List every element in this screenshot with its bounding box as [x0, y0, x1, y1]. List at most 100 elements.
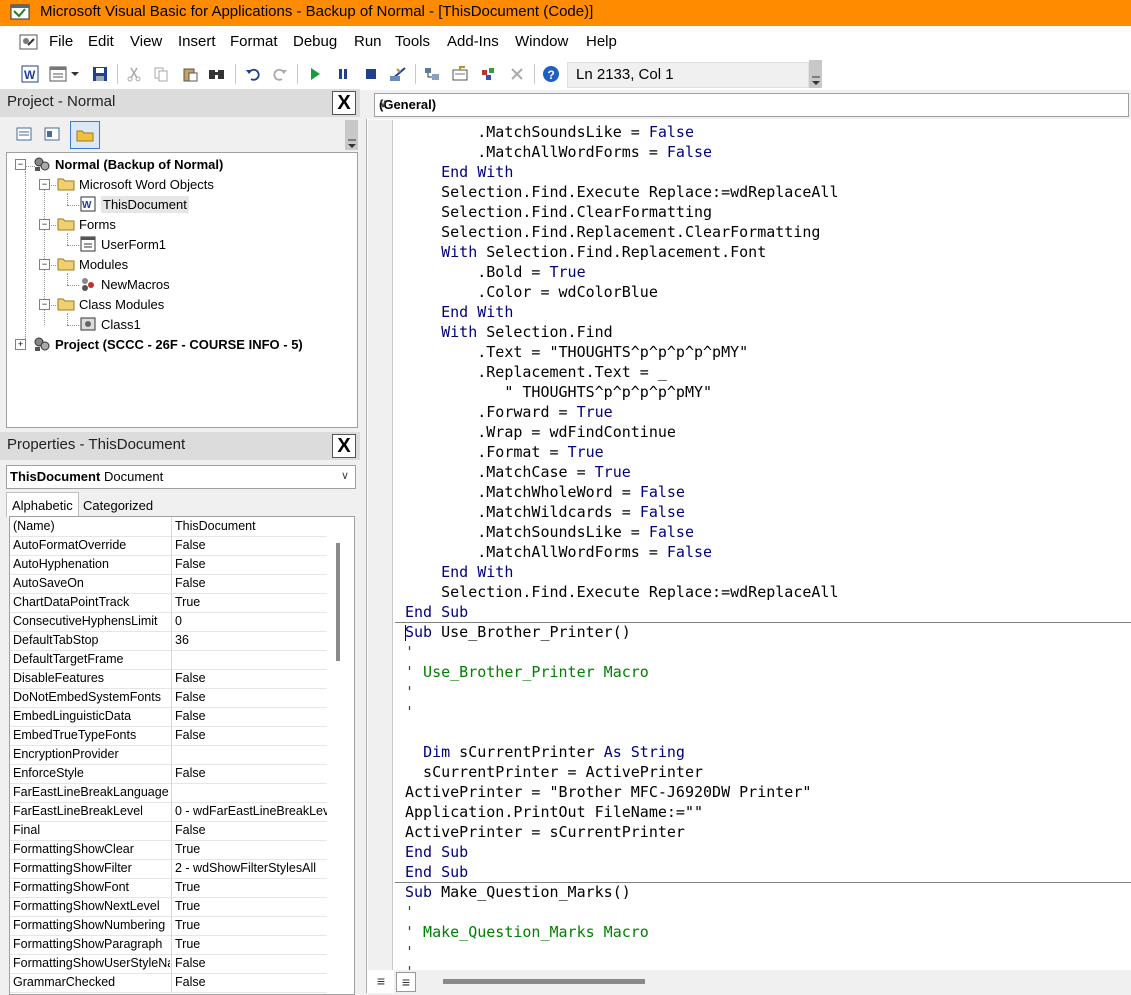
- property-value[interactable]: False: [175, 557, 327, 571]
- word-icon[interactable]: W: [20, 64, 40, 84]
- code-line[interactable]: .MatchWholeWord = False: [405, 483, 685, 503]
- property-scroll-thumb[interactable]: [336, 543, 340, 661]
- code-margin-indicator-bar[interactable]: [368, 120, 393, 970]
- code-line[interactable]: .Wrap = wdFindContinue: [405, 423, 676, 443]
- code-comment-line[interactable]: ': [405, 703, 414, 723]
- insert-dropdown-icon[interactable]: [68, 64, 82, 84]
- horizontal-scroll-thumb[interactable]: [443, 979, 645, 984]
- menu-insert[interactable]: Insert: [178, 33, 216, 50]
- code-line[interactable]: End With: [405, 163, 513, 183]
- property-value[interactable]: True: [175, 842, 327, 856]
- menu-debug[interactable]: Debug: [293, 33, 337, 50]
- code-line[interactable]: Dim sCurrentPrinter As String: [405, 743, 685, 763]
- insert-userform-icon[interactable]: [48, 64, 68, 84]
- break-icon[interactable]: [333, 64, 353, 84]
- property-scrollbar[interactable]: [327, 517, 343, 993]
- property-row[interactable]: AutoFormatOverride False: [10, 536, 328, 556]
- code-line[interactable]: Sub Make_Question_Marks(): [405, 883, 631, 903]
- collapse-class-modules-icon[interactable]: −: [39, 299, 50, 310]
- menu-add-ins[interactable]: Add-Ins: [447, 33, 499, 50]
- property-value[interactable]: 36: [175, 633, 327, 647]
- property-value[interactable]: False: [175, 709, 327, 723]
- undo-icon[interactable]: [243, 64, 263, 84]
- menu-file[interactable]: File: [49, 33, 73, 50]
- code-line[interactable]: .Forward = True: [405, 403, 612, 423]
- code-comment-line[interactable]: ' Make_Question_Marks Macro: [405, 923, 649, 943]
- system-menu-icon[interactable]: [18, 32, 40, 52]
- tree-item-modules[interactable]: Modules: [57, 254, 128, 274]
- code-line[interactable]: End With: [405, 303, 513, 323]
- property-row[interactable]: FormattingShowUserStyleName False: [10, 954, 328, 974]
- code-line[interactable]: .MatchWildcards = False: [405, 503, 685, 523]
- cut-icon[interactable]: [124, 64, 144, 84]
- project-explorer-icon[interactable]: [423, 64, 443, 84]
- property-row[interactable]: FormattingShowNumbering True: [10, 916, 328, 936]
- tab-categorized[interactable]: Categorized: [78, 494, 158, 516]
- menu-tools[interactable]: Tools: [395, 33, 430, 50]
- code-line[interactable]: End Sub: [405, 843, 468, 863]
- property-row[interactable]: EmbedTrueTypeFonts False: [10, 726, 328, 746]
- tree-item-class-modules[interactable]: Class Modules: [57, 294, 164, 314]
- code-line[interactable]: .MatchSoundsLike = False: [405, 123, 694, 143]
- object-selector[interactable]: ThisDocument Document ∨: [6, 465, 356, 489]
- property-row[interactable]: DefaultTargetFrame: [10, 650, 328, 670]
- object-browser-icon[interactable]: [479, 64, 499, 84]
- code-line[interactable]: ActivePrinter = sCurrentPrinter: [405, 823, 685, 843]
- property-value[interactable]: False: [175, 975, 327, 989]
- collapse-normal-icon[interactable]: −: [15, 159, 26, 170]
- code-line[interactable]: End Sub: [405, 603, 468, 623]
- property-value[interactable]: ThisDocument: [175, 519, 327, 533]
- menu-window[interactable]: Window: [515, 33, 568, 50]
- property-value[interactable]: True: [175, 595, 327, 609]
- reset-icon[interactable]: [361, 64, 381, 84]
- code-line[interactable]: End Sub: [405, 863, 468, 883]
- toggle-folders-icon[interactable]: [70, 121, 100, 149]
- property-row[interactable]: FarEastLineBreakLevel 0 - wdFarEastLineBr…: [10, 802, 328, 822]
- copy-icon[interactable]: [151, 64, 171, 84]
- toolbox-icon[interactable]: [507, 64, 527, 84]
- property-row[interactable]: AutoHyphenation False: [10, 555, 328, 575]
- procedure-view-icon[interactable]: ≡: [372, 972, 390, 990]
- toolbar-overflow-grip[interactable]: [809, 60, 822, 88]
- tree-item-thisdocument[interactable]: W ThisDocument: [79, 194, 189, 214]
- tree-item-userform1[interactable]: UserForm1: [79, 234, 166, 254]
- property-row[interactable]: GrammarChecked False: [10, 973, 328, 993]
- property-value[interactable]: True: [175, 899, 327, 913]
- code-line[interactable]: With Selection.Find: [405, 323, 613, 343]
- property-row[interactable]: EncryptionProvider: [10, 745, 328, 765]
- collapse-word-objects-icon[interactable]: −: [39, 179, 50, 190]
- code-comment-line[interactable]: ': [405, 643, 414, 663]
- collapse-forms-icon[interactable]: −: [39, 219, 50, 230]
- code-line[interactable]: With Selection.Find.Replacement.Font: [405, 243, 766, 263]
- property-value[interactable]: False: [175, 823, 327, 837]
- property-value[interactable]: 2 - wdShowFilterStylesAll: [175, 861, 327, 875]
- code-line[interactable]: .Color = wdColorBlue: [405, 283, 658, 303]
- code-line[interactable]: sCurrentPrinter = ActivePrinter: [405, 763, 703, 783]
- find-icon[interactable]: [207, 64, 227, 84]
- code-line[interactable]: " THOUGHTS^p^p^p^p^pMY": [405, 383, 712, 403]
- menu-help[interactable]: Help: [586, 33, 617, 50]
- project-toolbar-grip[interactable]: [345, 120, 358, 150]
- property-row[interactable]: FormattingShowFont True: [10, 878, 328, 898]
- view-code-icon[interactable]: [14, 124, 34, 144]
- code-line[interactable]: Selection.Find.Replacement.ClearFormatti…: [405, 223, 820, 243]
- property-value[interactable]: True: [175, 918, 327, 932]
- project-close-button[interactable]: X: [332, 91, 356, 115]
- property-row[interactable]: DisableFeatures False: [10, 669, 328, 689]
- property-row[interactable]: (Name) ThisDocument: [10, 517, 328, 537]
- code-line[interactable]: .MatchSoundsLike = False: [405, 523, 694, 543]
- code-line[interactable]: .MatchAllWordForms = False: [405, 143, 712, 163]
- paste-icon[interactable]: [180, 64, 200, 84]
- property-row[interactable]: EmbedLinguisticData False: [10, 707, 328, 727]
- property-value[interactable]: False: [175, 728, 327, 742]
- code-comment-line[interactable]: ': [405, 683, 414, 703]
- property-value[interactable]: False: [175, 766, 327, 780]
- code-line[interactable]: ActivePrinter = "Brother MFC-J6920DW Pri…: [405, 783, 811, 803]
- property-row[interactable]: FormattingShowNextLevel True: [10, 897, 328, 917]
- property-value[interactable]: True: [175, 937, 327, 951]
- property-row[interactable]: DefaultTabStop 36: [10, 631, 328, 651]
- tree-item-project[interactable]: Project (SCCC - 26F - COURSE INFO - 5): [33, 334, 303, 354]
- property-row[interactable]: DoNotEmbedSystemFonts False: [10, 688, 328, 708]
- tree-item-forms[interactable]: Forms: [57, 214, 116, 234]
- code-line[interactable]: End With: [405, 563, 513, 583]
